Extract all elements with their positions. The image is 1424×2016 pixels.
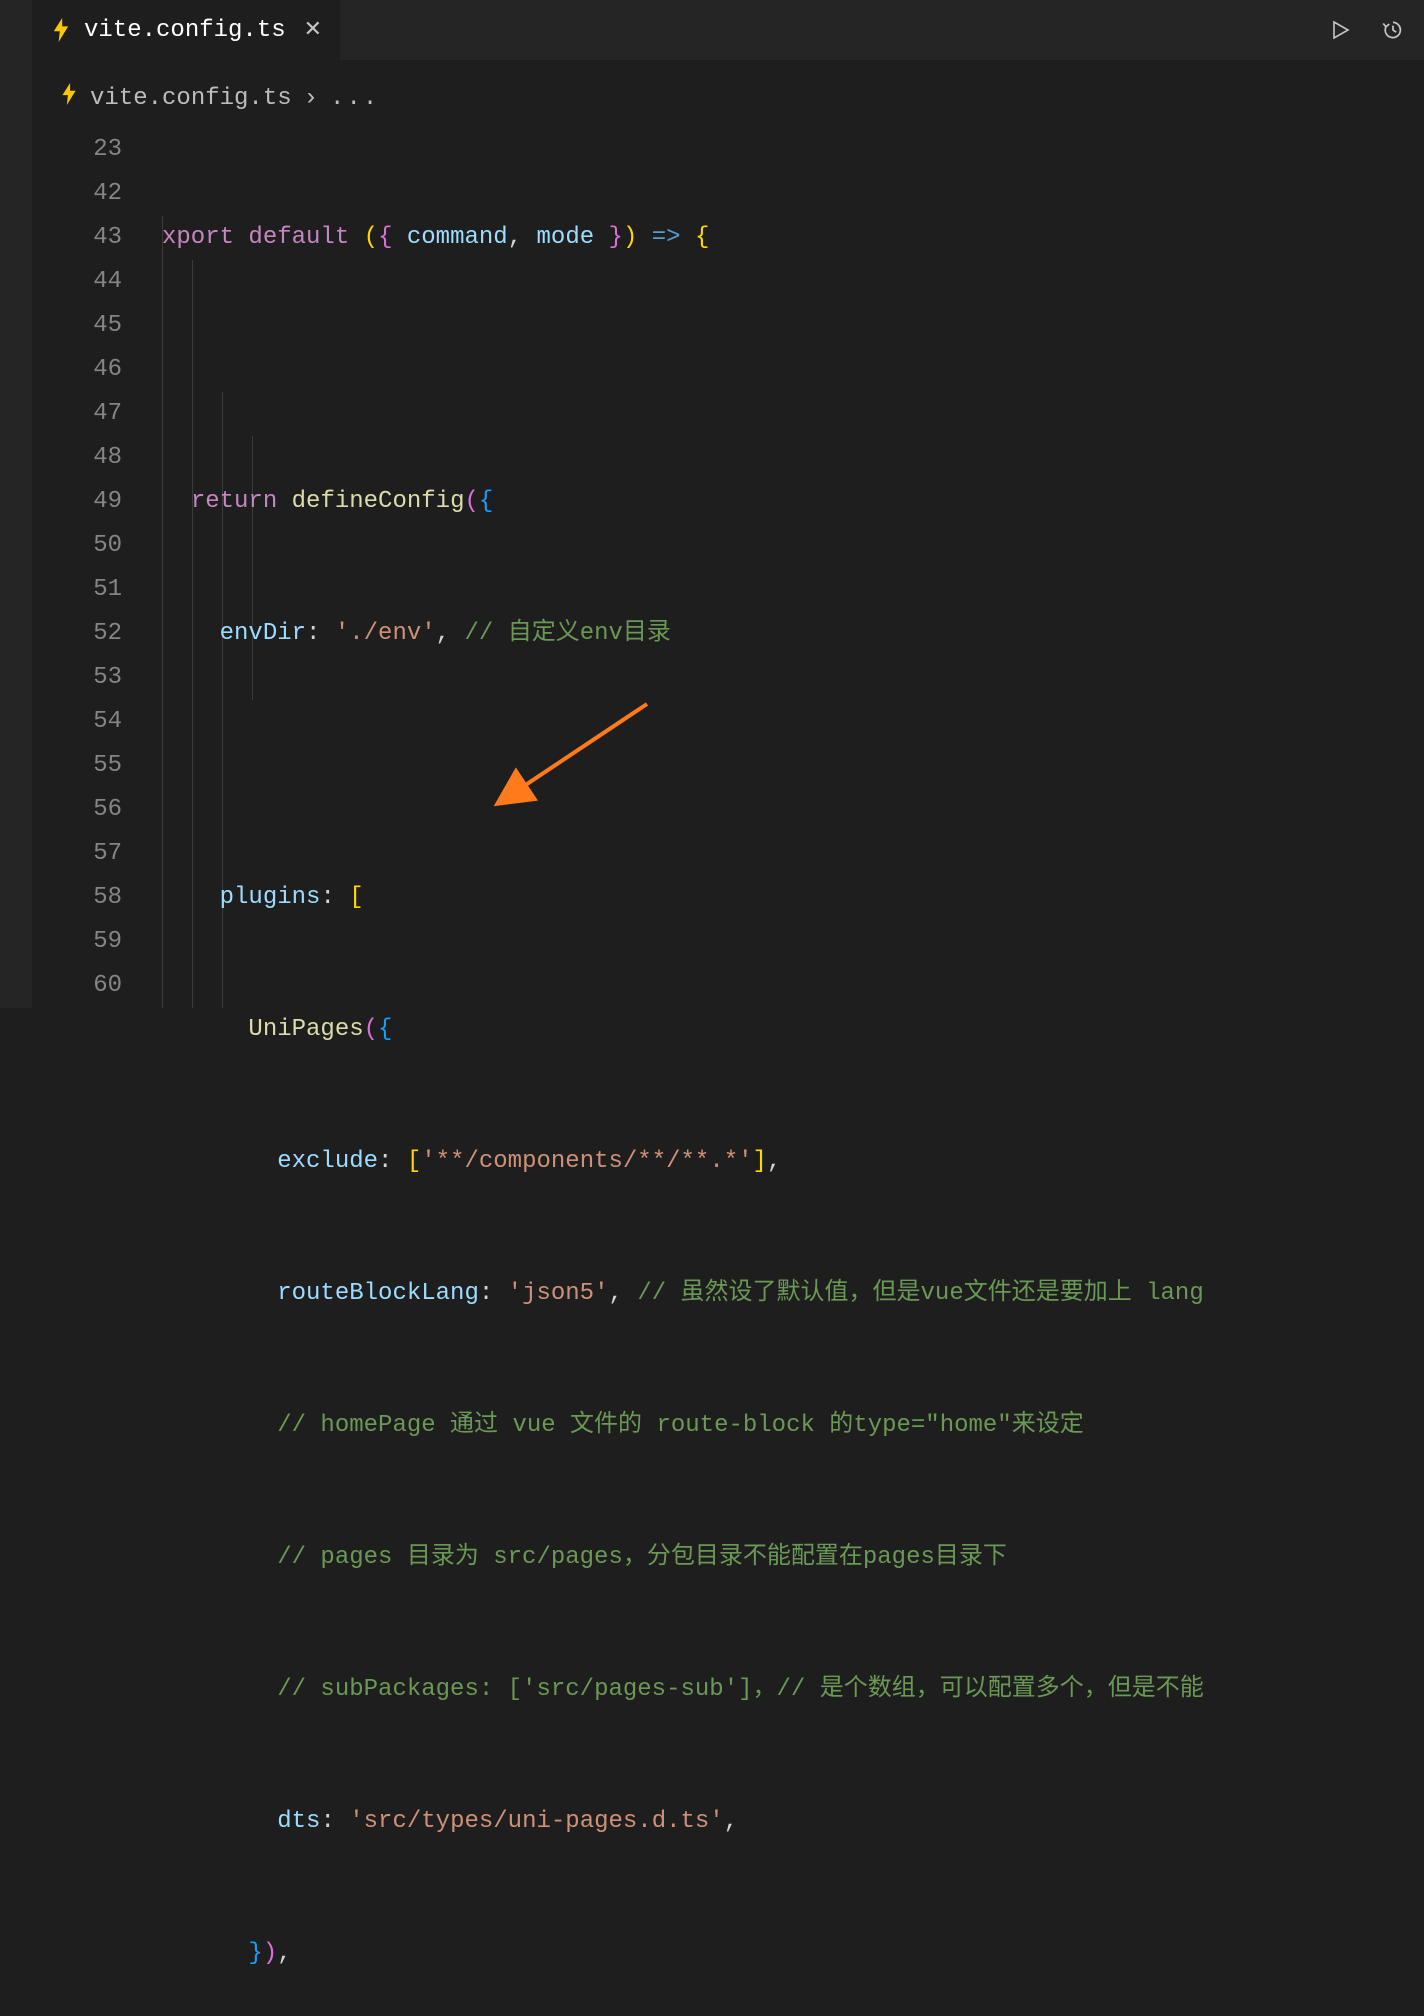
code-line: // subPackages: ['src/pages-sub']，// 是个数…	[162, 1668, 1424, 1712]
code-editor[interactable]: 23 42 43 44 45 46 47 48 49 50 51 52 53 5…	[32, 128, 1424, 1008]
tab-actions	[1328, 0, 1406, 60]
code-line: plugins: [	[162, 876, 1424, 920]
code-area[interactable]: xport default ({ command, mode }) => { r…	[162, 128, 1424, 2016]
breadcrumb[interactable]: vite.config.ts › ...	[60, 78, 379, 118]
code-line: }),	[162, 1932, 1424, 1976]
file-tab[interactable]: vite.config.ts ✕	[32, 0, 340, 60]
code-line: dts: 'src/types/uni-pages.d.ts',	[162, 1800, 1424, 1844]
lightning-icon	[60, 83, 78, 113]
run-icon[interactable]	[1328, 18, 1352, 42]
code-line	[162, 744, 1424, 788]
code-line: envDir: './env', // 自定义env目录	[162, 612, 1424, 656]
code-line	[162, 348, 1424, 392]
code-line: // homePage 通过 vue 文件的 route-block 的type…	[162, 1404, 1424, 1448]
tab-filename: vite.config.ts	[84, 17, 286, 44]
close-icon[interactable]: ✕	[304, 17, 322, 43]
breadcrumb-filename: vite.config.ts	[90, 85, 292, 112]
breadcrumb-more: ...	[330, 85, 379, 112]
code-line: exclude: ['**/components/**/**.*'],	[162, 1140, 1424, 1184]
line-number-gutter: 23 42 43 44 45 46 47 48 49 50 51 52 53 5…	[32, 128, 150, 1008]
history-icon[interactable]	[1380, 17, 1406, 43]
code-line: // pages 目录为 src/pages，分包目录不能配置在pages目录下	[162, 1536, 1424, 1580]
activity-bar	[0, 0, 32, 1008]
lightning-icon	[50, 19, 72, 41]
code-line: return defineConfig({	[162, 480, 1424, 524]
code-line: xport default ({ command, mode }) => {	[162, 216, 1424, 260]
code-line: routeBlockLang: 'json5', // 虽然设了默认值，但是vu…	[162, 1272, 1424, 1316]
chevron-right-icon: ›	[304, 85, 318, 112]
tab-bar: vite.config.ts ✕	[32, 0, 1424, 60]
code-line: UniPages({	[162, 1008, 1424, 1052]
